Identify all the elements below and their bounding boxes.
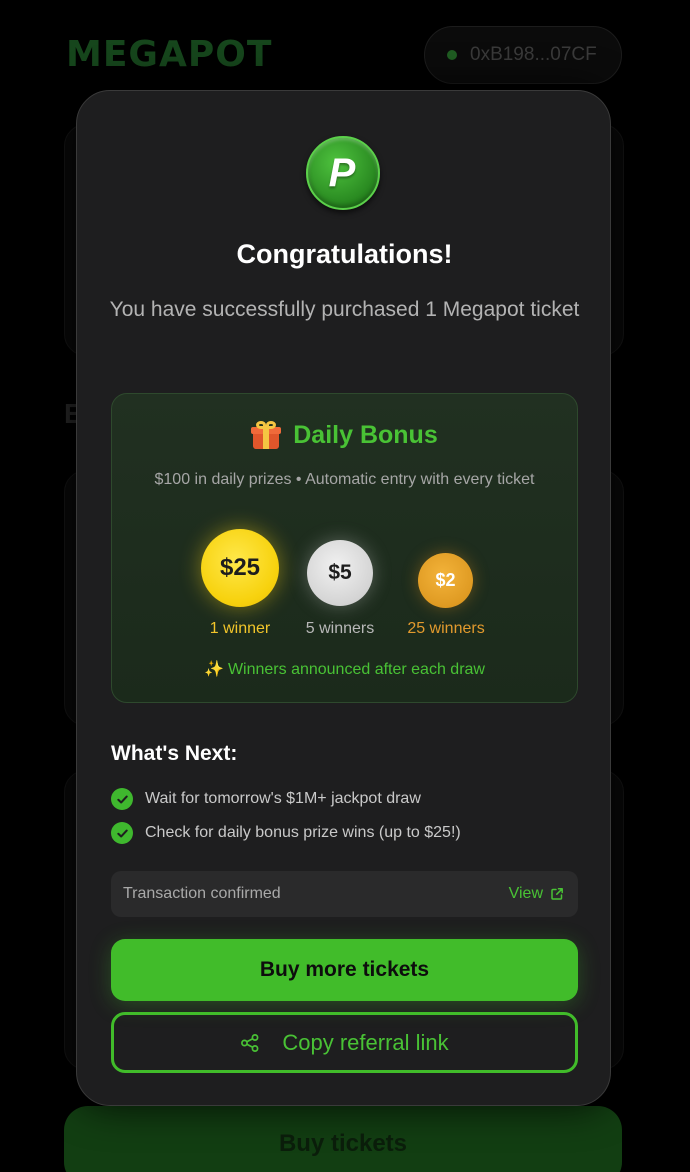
- megapot-logo: MEGAPOT: [66, 34, 273, 75]
- connected-status-icon: [447, 50, 457, 60]
- daily-bonus-title: Daily Bonus: [293, 420, 438, 449]
- transaction-status-label: Transaction confirmed: [123, 885, 281, 902]
- daily-bonus-header: Daily Bonus: [112, 420, 577, 450]
- prize-coin-gold: $25: [201, 529, 279, 607]
- buy-tickets-label: Buy tickets: [278, 1130, 408, 1157]
- view-transaction-label: View: [508, 885, 543, 902]
- prize-winners-silver: 5 winners: [305, 620, 375, 637]
- purchase-success-modal: P Congratulations! You have successfully…: [76, 90, 611, 1106]
- copy-referral-link-label: Copy referral link: [282, 1029, 449, 1055]
- gift-icon: [251, 420, 282, 450]
- prize-coin-silver: $5: [307, 540, 373, 606]
- prize-winners-bronze: 25 winners: [407, 620, 485, 637]
- buy-tickets-button[interactable]: Buy tickets: [64, 1106, 622, 1172]
- megapot-coin-icon: P: [306, 136, 380, 210]
- announcement-text: Winners announced after each draw: [227, 661, 485, 678]
- daily-bonus-card: Daily Bonus $100 in daily prizes • Autom…: [111, 393, 578, 703]
- buy-more-tickets-button[interactable]: Buy more tickets: [111, 939, 578, 1001]
- prize-coin-bronze: $2: [418, 553, 473, 608]
- whats-next-text: Check for daily bonus prize wins (up to …: [145, 824, 461, 841]
- whats-next-item: Wait for tomorrow's $1M+ jackpot draw: [111, 788, 421, 810]
- check-circle-icon: [111, 788, 133, 810]
- check-circle-icon: [111, 822, 133, 844]
- coin-letter: P: [328, 150, 356, 195]
- external-link-icon: [551, 888, 563, 900]
- modal-title: Congratulations!: [236, 239, 453, 269]
- copy-referral-link-button[interactable]: Copy referral link: [111, 1012, 578, 1073]
- whats-next-item: Check for daily bonus prize wins (up to …: [111, 822, 461, 844]
- whats-next-text: Wait for tomorrow's $1M+ jackpot draw: [145, 790, 421, 807]
- daily-bonus-description: $100 in daily prizes • Automatic entry w…: [154, 471, 535, 488]
- app-header: MEGAPOT 0xB198...07CF: [0, 0, 690, 100]
- buy-more-tickets-label: Buy more tickets: [259, 958, 430, 981]
- whats-next-title: What's Next:: [111, 742, 238, 765]
- wallet-button[interactable]: 0xB198...07CF: [424, 26, 622, 84]
- sparkles-icon: ✨: [204, 661, 224, 678]
- prize-amount: $2: [435, 570, 456, 590]
- prize-amount: $5: [328, 561, 352, 584]
- prize-winners-gold: 1 winner: [209, 620, 271, 637]
- prize-amount: $25: [219, 554, 261, 581]
- winners-announcement: ✨ Winners announced after each draw: [112, 659, 577, 679]
- wallet-address: 0xB198...07CF: [470, 44, 597, 65]
- transaction-status-row: Transaction confirmed View: [111, 871, 578, 917]
- share-icon: [241, 1033, 259, 1052]
- view-transaction-link[interactable]: View: [509, 885, 564, 903]
- modal-subtitle: You have successfully purchased 1 Megapo…: [109, 298, 580, 321]
